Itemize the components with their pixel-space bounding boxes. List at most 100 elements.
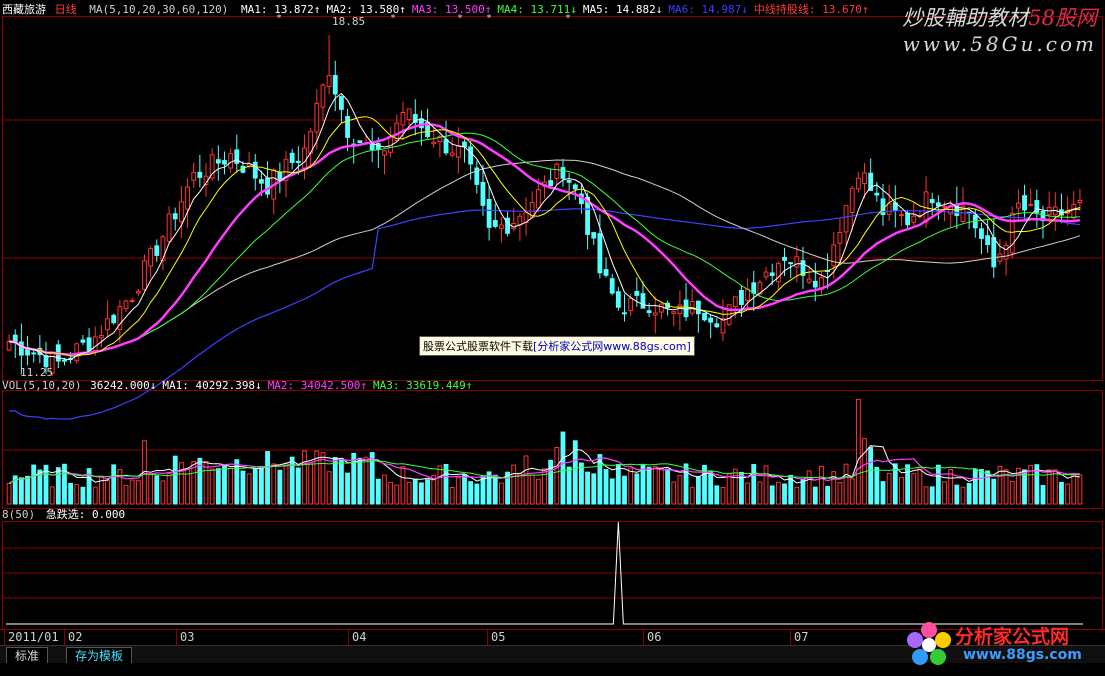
volume-bar bbox=[677, 474, 683, 505]
candle-body bbox=[739, 289, 744, 305]
volume-bar bbox=[775, 481, 781, 505]
volume-bar bbox=[708, 471, 714, 505]
candle-body bbox=[862, 172, 867, 184]
candle-body bbox=[794, 256, 800, 268]
logo-url: www.88gs.com bbox=[963, 647, 1082, 663]
volume-bar bbox=[111, 464, 117, 505]
main-legend: 西藏旅游 日线 MA(5,10,20,30,60,120) MA1: 13.87… bbox=[2, 2, 880, 18]
candle-body bbox=[406, 108, 412, 121]
volume-bar bbox=[726, 473, 732, 505]
volume-bar bbox=[935, 464, 941, 505]
candle-body bbox=[837, 232, 843, 244]
volume-bar bbox=[782, 483, 787, 505]
volume-bar bbox=[92, 486, 98, 505]
candle-body bbox=[646, 310, 652, 314]
candle-body bbox=[714, 323, 720, 328]
volume-bar bbox=[283, 462, 289, 505]
candle-body bbox=[80, 339, 86, 343]
candle-body bbox=[535, 189, 541, 209]
candle-body bbox=[640, 293, 646, 309]
candle-body bbox=[572, 184, 578, 190]
candle-body bbox=[197, 171, 203, 178]
candle-body bbox=[166, 213, 172, 242]
tab-standard[interactable]: 标准 bbox=[6, 647, 49, 664]
candle-body bbox=[782, 256, 787, 261]
volume-bar bbox=[695, 476, 701, 505]
candle-body bbox=[123, 300, 129, 310]
candle-body bbox=[357, 140, 363, 144]
volume-bar bbox=[609, 478, 615, 505]
candle-body bbox=[812, 280, 818, 288]
candle-body bbox=[302, 147, 307, 169]
candle-body bbox=[732, 296, 738, 308]
volume-bar bbox=[615, 463, 621, 505]
candle-body bbox=[597, 233, 603, 274]
stock-name[interactable]: 西藏旅游 bbox=[2, 3, 46, 16]
candle-body bbox=[985, 235, 991, 246]
volume-bar bbox=[745, 482, 750, 505]
volume-bar bbox=[345, 472, 350, 505]
volume-bar bbox=[357, 457, 363, 505]
candle-body bbox=[222, 160, 227, 165]
candle-body bbox=[1015, 202, 1021, 209]
volume-bar bbox=[228, 467, 234, 505]
candle-body bbox=[480, 181, 486, 206]
candle-body bbox=[148, 248, 154, 267]
candle-body bbox=[172, 213, 178, 220]
vol-legend-item: MA1: 40292.398↓ bbox=[162, 379, 262, 392]
candle-body bbox=[695, 300, 701, 315]
volume-bar bbox=[880, 481, 886, 505]
watermark-url: www.58Gu.com bbox=[902, 32, 1097, 56]
logo-name: 分析家公式网 bbox=[955, 626, 1070, 648]
candle-body bbox=[886, 203, 892, 215]
date-label: 2011/01 bbox=[4, 630, 59, 645]
watermark-title: 炒股輔助教材 bbox=[902, 6, 1029, 30]
volume-bar bbox=[659, 467, 664, 505]
candle-body bbox=[677, 304, 683, 314]
candle-body bbox=[228, 153, 234, 169]
volume-bar bbox=[209, 468, 215, 505]
candle-body bbox=[314, 102, 320, 133]
period-label[interactable]: 日线 bbox=[55, 3, 77, 16]
price-high-label: 18.85 bbox=[332, 15, 366, 28]
volume-bar bbox=[55, 467, 61, 505]
candle-body bbox=[769, 272, 775, 276]
candle-body bbox=[855, 177, 861, 190]
volume-bar bbox=[25, 475, 30, 505]
volume-bar bbox=[425, 479, 430, 505]
candle-body bbox=[591, 232, 597, 239]
volume-bar bbox=[732, 468, 738, 505]
volume-bar bbox=[905, 464, 911, 505]
tab-save-template[interactable]: 存为模板 bbox=[66, 647, 133, 664]
candle-body bbox=[849, 187, 855, 214]
ad-banner[interactable]: 股票公式股票软件下载[分析家公式网www.88gs.com] bbox=[419, 336, 695, 356]
candle-body bbox=[622, 312, 627, 315]
candle-body bbox=[455, 145, 461, 158]
volume-bar bbox=[603, 469, 609, 505]
candle-body bbox=[745, 288, 750, 302]
candle-body bbox=[185, 186, 190, 210]
candle-body bbox=[671, 311, 677, 314]
volume-bar bbox=[523, 455, 529, 505]
candle-body bbox=[154, 245, 160, 256]
date-label: 05 bbox=[487, 630, 505, 645]
indicator-legend: 8(50) 急跌选: 0.000 bbox=[2, 507, 131, 523]
candle-body bbox=[462, 141, 467, 148]
volume-bar bbox=[320, 452, 326, 505]
volume-bar bbox=[172, 455, 178, 505]
candle-body bbox=[31, 352, 37, 355]
volume-bar bbox=[812, 486, 818, 505]
candle-body bbox=[111, 314, 117, 324]
candle-body bbox=[486, 198, 492, 228]
date-label: 02 bbox=[64, 630, 82, 645]
volume-bar bbox=[972, 468, 978, 505]
volume-bar bbox=[80, 486, 86, 505]
volume-bar bbox=[714, 485, 720, 505]
volume-bar bbox=[671, 481, 677, 505]
candle-body bbox=[18, 341, 24, 356]
volume-bar bbox=[825, 486, 831, 505]
ad-link[interactable]: [分析家公式网www.88gs.com] bbox=[533, 340, 691, 353]
ma-legend-item: MA3: 13.500↑ bbox=[411, 3, 492, 16]
candle-body bbox=[1022, 195, 1027, 211]
candle-body bbox=[634, 290, 640, 296]
